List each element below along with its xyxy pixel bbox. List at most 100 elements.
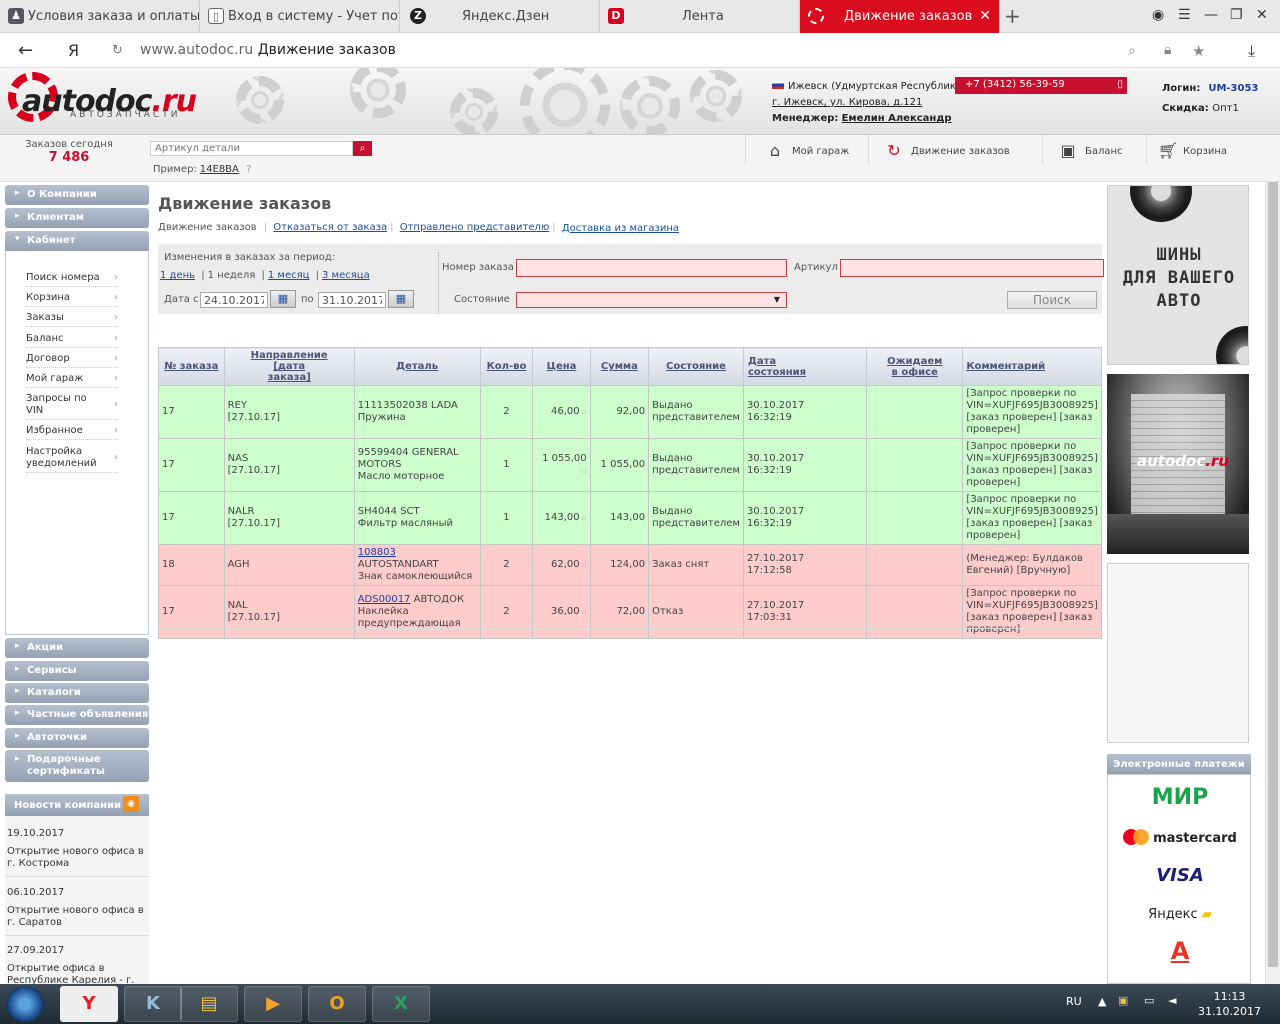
tray-app-icon[interactable]: ▣ <box>1118 994 1128 1007</box>
cabinet-item-garage[interactable]: Мой гараж › <box>26 373 118 388</box>
news-item[interactable]: 27.09.2017 Открытие офиса в Республике К… <box>7 945 145 984</box>
col-state[interactable]: Состояние <box>648 347 744 386</box>
tires-banner[interactable]: ШИНЫ ДЛЯ ВАШЕГО АВТО <box>1107 185 1249 365</box>
garage-banner[interactable]: autodoc.ru <box>1107 374 1249 554</box>
lock-icon[interactable]: 🔒︎ <box>1164 42 1171 58</box>
cabinet-item-notifications[interactable]: Настройка уведомлений › <box>26 446 118 473</box>
browser-tab-2[interactable]: ▯ Вход в систему - Учет потр <box>200 0 400 33</box>
site-logo[interactable]: autodoc.ru АВТОЗАПЧАСТИ <box>8 70 197 128</box>
excel-icon[interactable]: X <box>372 986 430 1022</box>
explorer-icon[interactable]: ▤ <box>180 986 238 1022</box>
help-icon[interactable]: ? <box>246 164 251 175</box>
download-icon[interactable]: ⤓ <box>1248 41 1255 61</box>
article-input[interactable] <box>840 259 1104 277</box>
col-order-number[interactable]: № заказа <box>158 347 225 386</box>
sidebar-gift-certificates[interactable]: Подарочные сертификаты <box>5 750 149 782</box>
search-button[interactable]: ⌕ <box>353 141 372 156</box>
clock[interactable]: 11:13 31.10.2017 <box>1198 989 1261 1019</box>
language-indicator[interactable]: RU <box>1066 995 1082 1008</box>
menu-icon[interactable]: ☰ <box>1178 7 1191 23</box>
period-1-month[interactable]: 1 месяц <box>268 270 310 281</box>
subnav-sent-to-rep[interactable]: Отправлено представителю <box>400 222 550 233</box>
browser-tab-3[interactable]: Z Яндекс.Дзен <box>400 0 600 33</box>
login-link[interactable]: UM-3053 <box>1208 83 1258 94</box>
bookmark-star-icon[interactable]: ★ <box>1192 42 1205 60</box>
news-item[interactable]: 06.10.2017 Открытие нового офиса в г. Са… <box>7 887 145 929</box>
phone-bar[interactable]: +7 (3412) 56-39-59 ▯ <box>955 77 1127 94</box>
period-1-day[interactable]: 1 день <box>160 270 195 281</box>
cabinet-item-balance[interactable]: Баланс › <box>26 333 118 348</box>
url-field[interactable]: www.autodoc.ru Движение заказов <box>140 42 396 58</box>
sidebar-clients[interactable]: Клиентам <box>5 208 149 228</box>
date-from-input[interactable] <box>200 292 268 308</box>
new-tab-button[interactable]: + <box>1004 4 1021 28</box>
tray-arrow-icon[interactable]: ▲ <box>1098 995 1106 1008</box>
sidebar-services[interactable]: Сервисы <box>5 661 149 681</box>
outlook-icon[interactable]: O <box>308 986 366 1022</box>
sidebar-private-ads[interactable]: Частные объявления <box>5 705 149 725</box>
example-link[interactable]: 14E8BA <box>200 164 239 175</box>
yandex-icon[interactable]: Я <box>68 41 79 60</box>
nav-my-garage[interactable]: ⌂ Мой гараж <box>745 135 855 165</box>
page-scrollbar[interactable] <box>1265 182 1280 984</box>
nav-balance[interactable]: ▣ Баланс <box>1042 135 1140 165</box>
media-player-icon[interactable]: ▶ <box>244 986 302 1022</box>
restore-icon[interactable]: ❐ <box>1230 7 1243 23</box>
part-link[interactable]: ADS00017 <box>358 594 411 605</box>
calendar-icon[interactable]: ▦ <box>388 290 414 308</box>
account-icon[interactable]: ◉ <box>1152 7 1164 23</box>
minimize-icon[interactable]: — <box>1204 7 1218 23</box>
subnav-cancel-order[interactable]: Отказаться от заказа <box>273 222 387 233</box>
office-address-link[interactable]: г. Ижевск, ул. Кирова, д.121 <box>772 97 922 108</box>
close-tab-icon[interactable]: ✕ <box>979 8 991 24</box>
col-qty[interactable]: Кол-во <box>479 347 534 386</box>
news-text: Открытие офиса в Республике Карелия - г. <box>7 963 135 984</box>
reload-icon[interactable]: ↻ <box>112 43 123 58</box>
manager-link[interactable]: Емелин Александр <box>842 113 952 124</box>
back-arrow-icon[interactable]: ← <box>18 40 33 61</box>
cabinet-item-search-number[interactable]: Поиск номера › <box>26 272 118 287</box>
nav-order-flow[interactable]: ↻ Движение заказов <box>868 135 1038 165</box>
cabinet-item-favorites[interactable]: Избранное › <box>26 425 118 440</box>
col-comment[interactable]: Комментарий <box>962 347 1102 386</box>
cabinet-item-cart[interactable]: Корзина › <box>26 292 118 307</box>
start-button[interactable] <box>6 986 44 1022</box>
close-window-icon[interactable]: ✕ <box>1256 7 1268 23</box>
search-orders-button[interactable]: Поиск <box>1007 291 1097 309</box>
order-number-input[interactable] <box>516 259 787 277</box>
browser-tab-5[interactable]: Движение заказов ✕ <box>800 0 1000 33</box>
state-select[interactable]: ▼ <box>516 292 787 308</box>
col-sum[interactable]: Сумма <box>589 347 650 386</box>
rss-icon[interactable]: ◉ <box>123 796 139 812</box>
cabinet-item-orders[interactable]: Заказы › <box>26 312 118 327</box>
sidebar-promotions[interactable]: Акции <box>5 638 149 658</box>
col-part[interactable]: Деталь <box>353 347 481 386</box>
col-expected[interactable]: Ожидаем в офисе <box>866 347 964 386</box>
browser-tab-1[interactable]: ♟ Условия заказа и оплаты в <box>0 0 200 33</box>
sidebar-catalogs[interactable]: Каталоги <box>5 683 149 703</box>
scrollbar-thumb[interactable] <box>1268 182 1278 967</box>
network-icon[interactable]: ▭ <box>1144 994 1154 1007</box>
calendar-icon[interactable]: ▦ <box>270 290 296 308</box>
subnav-shop-delivery[interactable]: Доставка из магазина <box>562 223 679 234</box>
col-price[interactable]: Цена <box>532 347 591 386</box>
col-state-date[interactable]: Дата состояния <box>742 347 868 386</box>
period-3-months[interactable]: 3 месяца <box>322 270 370 281</box>
period-1-week[interactable]: 1 неделя <box>208 270 256 281</box>
cabinet-item-vin-requests[interactable]: Запросы по VIN › <box>26 393 118 420</box>
browser-tab-4[interactable]: D Лента <box>600 0 800 33</box>
sidebar-autopoints[interactable]: Автоточки <box>5 728 149 748</box>
part-link[interactable]: 108803 <box>358 547 396 558</box>
news-item[interactable]: 19.10.2017 Открытие нового офиса в г. Ко… <box>7 828 145 870</box>
kaspersky-icon[interactable]: K <box>124 986 182 1022</box>
part-search-input[interactable] <box>150 141 353 156</box>
date-to-input[interactable] <box>318 292 386 308</box>
sidebar-about[interactable]: О Компании <box>5 185 149 205</box>
yandex-browser-icon[interactable]: Y <box>60 986 118 1022</box>
search-page-icon[interactable]: ⌕ <box>1128 43 1136 59</box>
sidebar-cabinet[interactable]: Кабинет <box>5 231 149 251</box>
cabinet-item-contract[interactable]: Договор › <box>26 353 118 368</box>
nav-cart[interactable]: 🛒︎ Корзина <box>1146 135 1246 165</box>
volume-icon[interactable]: ◄ <box>1168 994 1176 1007</box>
col-direction[interactable]: Направление [дата заказа] <box>223 347 355 386</box>
